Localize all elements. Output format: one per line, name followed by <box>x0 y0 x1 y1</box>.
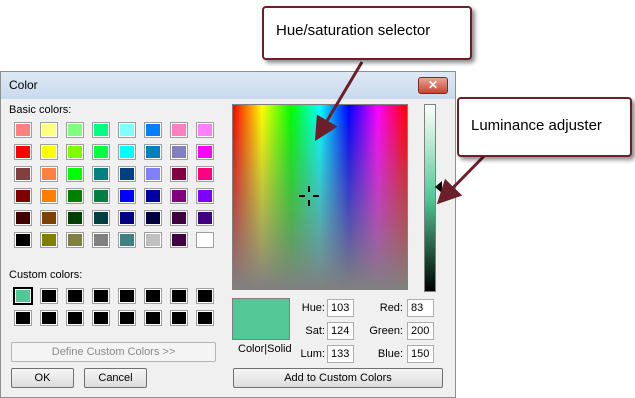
luminance-callout: Luminance adjuster <box>457 97 632 157</box>
hue-saturation-callout-text: Hue/saturation selector <box>276 22 431 39</box>
luminance-callout-text: Luminance adjuster <box>471 117 602 134</box>
hue-callout-arrow <box>314 61 364 142</box>
hue-saturation-callout: Hue/saturation selector <box>262 6 472 60</box>
